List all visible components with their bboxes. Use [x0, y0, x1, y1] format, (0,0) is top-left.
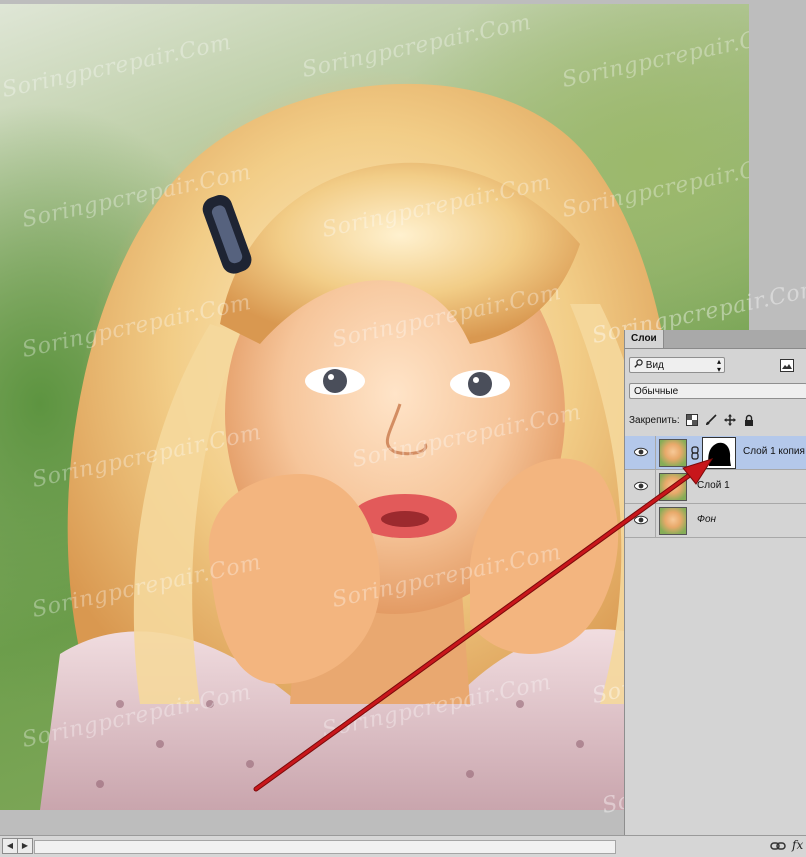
updown-arrows-icon: ▴ ▾ — [716, 357, 721, 374]
scroll-right-button[interactable]: ▶ — [17, 838, 33, 854]
lock-transparent-pixels-icon[interactable] — [686, 414, 699, 427]
lock-icon[interactable] — [743, 414, 755, 427]
layer-filter-value: Вид — [645, 360, 664, 371]
horizontal-scrollbar[interactable] — [34, 840, 616, 854]
chain-link-icon[interactable] — [691, 446, 699, 460]
layer-row[interactable]: Слой 1 — [625, 470, 806, 504]
blend-mode-row: Обычные — [625, 380, 806, 402]
visibility-toggle[interactable] — [625, 436, 656, 470]
layer-thumbnail[interactable] — [659, 439, 687, 467]
fx-button[interactable]: fx — [792, 838, 803, 852]
tab-layers[interactable]: Слои — [625, 330, 664, 348]
layer-thumbnail[interactable] — [659, 507, 687, 535]
blend-mode-value: Обычные — [634, 386, 679, 397]
blend-mode-select[interactable]: Обычные — [629, 383, 806, 399]
layer-row-copy[interactable]: Слой 1 копия — [625, 436, 806, 470]
bottom-status-bar: ◀ ▶ fx — [0, 835, 806, 857]
layer-thumbnail[interactable] — [659, 473, 687, 501]
visibility-toggle[interactable] — [625, 470, 656, 504]
eye-icon — [634, 447, 648, 457]
scroll-left-button[interactable]: ◀ — [2, 838, 18, 854]
layer-filter-select[interactable]: Вид ▴ ▾ — [629, 357, 725, 374]
layer-row-background[interactable]: Фон — [625, 504, 806, 538]
layer-name: Слой 1 копия — [743, 446, 805, 457]
panel-tabbar: Слои — [625, 330, 806, 349]
move-icon[interactable] — [724, 414, 737, 427]
lock-label: Закрепить: — [629, 415, 680, 426]
layer-name: Слой 1 — [697, 480, 730, 491]
lock-row: Закрепить: — [625, 412, 806, 430]
layers-panel: Слои Вид ▴ ▾ Обычные Закрепить: Слой 1 к… — [624, 330, 806, 856]
eye-icon — [634, 481, 648, 491]
eye-icon — [634, 515, 648, 525]
image-filter-icon[interactable] — [780, 359, 794, 372]
search-icon — [634, 358, 643, 374]
layer-name: Фон — [697, 514, 717, 525]
layer-mask-thumbnail[interactable] — [702, 437, 736, 469]
brush-icon[interactable] — [705, 414, 717, 426]
filter-row: Вид ▴ ▾ — [625, 354, 806, 376]
link-layers-icon[interactable] — [770, 839, 786, 851]
visibility-toggle[interactable] — [625, 504, 656, 538]
